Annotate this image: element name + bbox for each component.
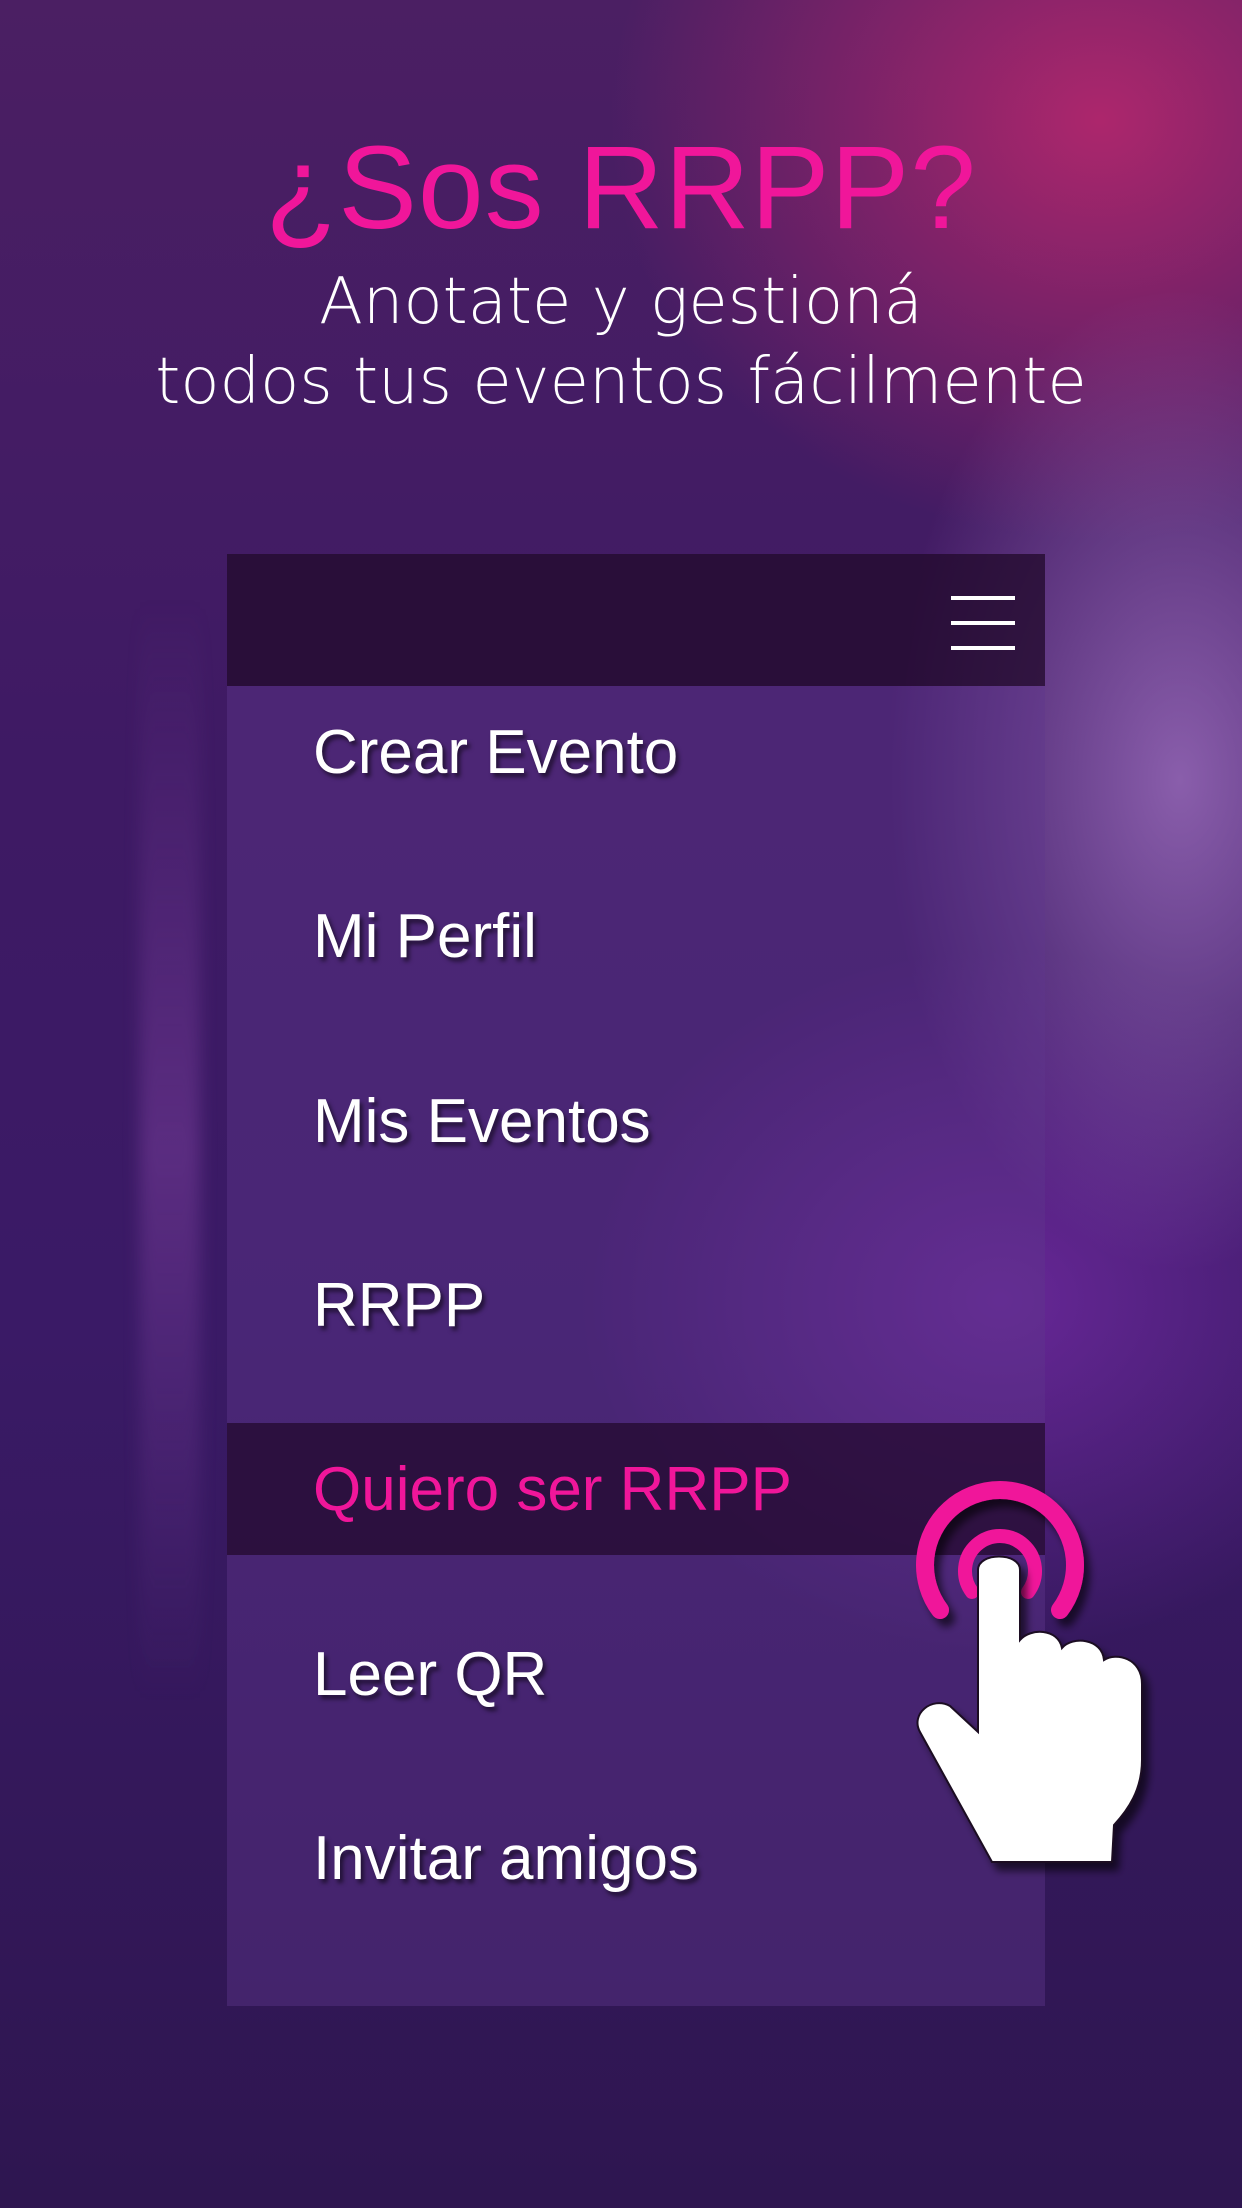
menu-item-mis-eventos[interactable]: Mis Eventos [227,1055,1045,1187]
menu-item-mi-perfil[interactable]: Mi Perfil [227,870,1045,1002]
subtitle-line-1: Anotate y gestioná [319,265,923,339]
stage-light [140,600,200,1700]
menu-header-bar [227,554,1045,686]
menu-item-rrpp[interactable]: RRPP [227,1239,1045,1371]
page-title: ¿Sos RRPP? [265,122,977,254]
hamburger-menu-icon[interactable] [951,592,1015,654]
page-subtitle: Anotate y gestioná todos tus eventos fác… [0,262,1242,422]
subtitle-line-2: todos tus eventos fácilmente [155,345,1087,419]
menu-item-crear-evento[interactable]: Crear Evento [227,686,1045,818]
tap-hand-icon [916,1481,1143,1863]
